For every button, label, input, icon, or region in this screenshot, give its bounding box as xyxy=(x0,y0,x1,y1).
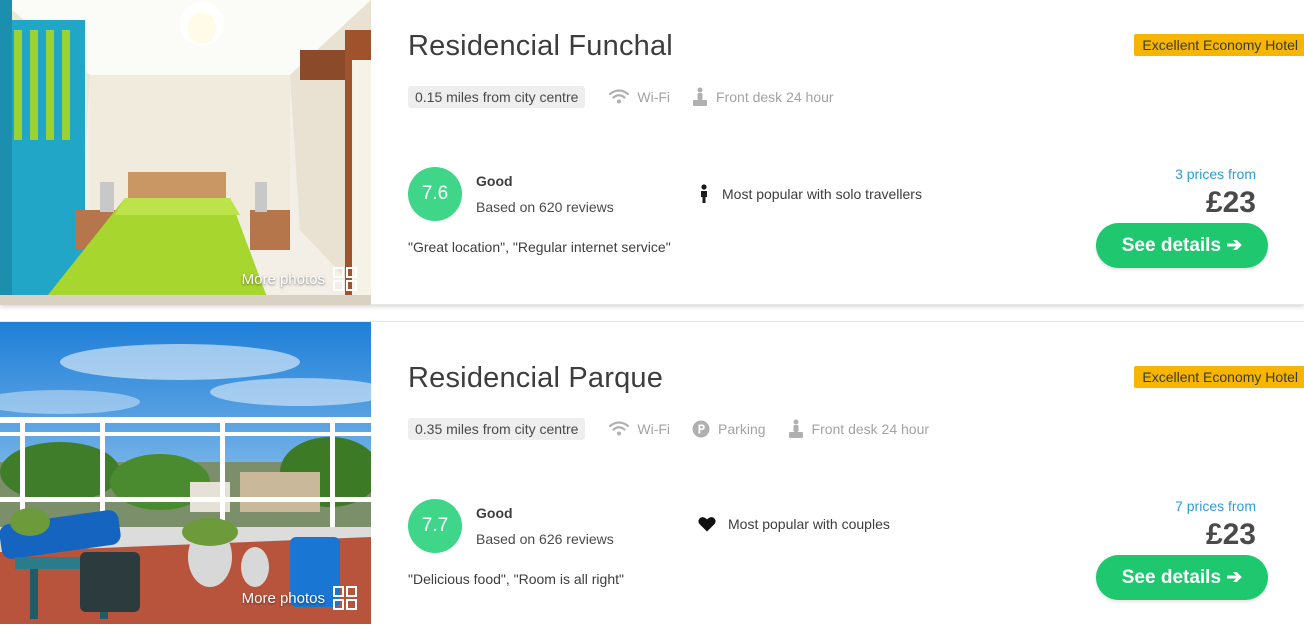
more-photos-label: More photos xyxy=(241,270,325,288)
rating-word: Good xyxy=(476,505,513,521)
amenity-label: Wi-Fi xyxy=(637,421,671,437)
bedroom-photo-image xyxy=(0,0,371,305)
gallery-grid-icon xyxy=(333,267,357,291)
popular-label: Most popular with solo travellers xyxy=(722,186,922,202)
amenity-parking: Parking xyxy=(692,420,766,438)
amenity-label: Wi-Fi xyxy=(637,89,671,105)
review-count[interactable]: Based on 626 reviews xyxy=(476,526,614,552)
prices-from-link[interactable]: 7 prices from xyxy=(1175,498,1256,514)
distance-tag: 0.35 miles from city centre xyxy=(408,418,586,440)
review-quotes: "Great location", "Regular internet serv… xyxy=(408,239,671,255)
heart-icon xyxy=(698,517,716,532)
more-photos-link[interactable]: More photos xyxy=(242,586,357,610)
hotel-card: More photos Residencial Parque Excellent… xyxy=(0,321,1304,626)
front-desk-icon xyxy=(788,419,803,438)
gallery-grid-icon xyxy=(333,586,357,610)
front-desk-icon xyxy=(693,87,708,106)
hotel-name[interactable]: Residencial Parque xyxy=(408,362,663,395)
popular-with: Most popular with couples xyxy=(698,516,890,532)
amenity-label: Front desk 24 hour xyxy=(716,89,834,105)
distance-tag: 0.15 miles from city centre xyxy=(408,86,586,108)
review-count[interactable]: Based on 620 reviews xyxy=(476,194,614,220)
parking-icon xyxy=(692,420,710,438)
popular-with: Most popular with solo travellers xyxy=(698,184,922,204)
terrace-photo-image xyxy=(0,322,371,624)
wifi-icon xyxy=(609,89,630,104)
hotel-card: More photos Residencial Funchal Excellen… xyxy=(0,0,1304,305)
rating-block: 7.7 Good Based on 626 reviews xyxy=(408,499,614,553)
hotel-badge: Excellent Economy Hotel xyxy=(1134,366,1304,388)
see-details-button[interactable]: See details ➔ xyxy=(1096,223,1268,268)
score-circle: 7.6 xyxy=(408,167,462,221)
hotel-photo[interactable]: More photos xyxy=(0,0,371,305)
review-quotes: "Delicious food", "Room is all right" xyxy=(408,571,624,587)
person-icon xyxy=(701,184,707,203)
rating-text: Good Based on 620 reviews xyxy=(476,168,614,220)
rating-text: Good Based on 626 reviews xyxy=(476,500,614,552)
amenity-wifi: Wi-Fi xyxy=(609,421,670,437)
prices-from-link[interactable]: 3 prices from xyxy=(1175,166,1256,182)
rating-word: Good xyxy=(476,173,513,189)
amenity-label: Front desk 24 hour xyxy=(811,421,930,437)
hotel-photo[interactable]: More photos xyxy=(0,322,371,624)
price: £23 xyxy=(1205,186,1256,219)
amenity-front-desk: Front desk 24 hour xyxy=(788,419,930,439)
rating-block: 7.6 Good Based on 620 reviews xyxy=(408,167,614,221)
score-circle: 7.7 xyxy=(408,499,462,553)
hotel-name[interactable]: Residencial Funchal xyxy=(408,30,673,63)
see-details-button[interactable]: See details ➔ xyxy=(1096,555,1268,600)
amenity-wifi: Wi-Fi xyxy=(609,89,670,105)
wifi-icon xyxy=(609,421,630,436)
price: £23 xyxy=(1205,518,1256,551)
more-photos-link[interactable]: More photos xyxy=(242,267,357,291)
popular-label: Most popular with couples xyxy=(728,516,890,532)
amenities-row: 0.35 miles from city centre Wi-Fi Parkin… xyxy=(408,418,951,440)
hotel-badge: Excellent Economy Hotel xyxy=(1134,34,1304,56)
amenity-front-desk: Front desk 24 hour xyxy=(692,87,834,107)
more-photos-label: More photos xyxy=(241,589,325,607)
amenities-row: 0.15 miles from city centre Wi-Fi Front … xyxy=(408,86,856,108)
amenity-label: Parking xyxy=(718,421,766,437)
